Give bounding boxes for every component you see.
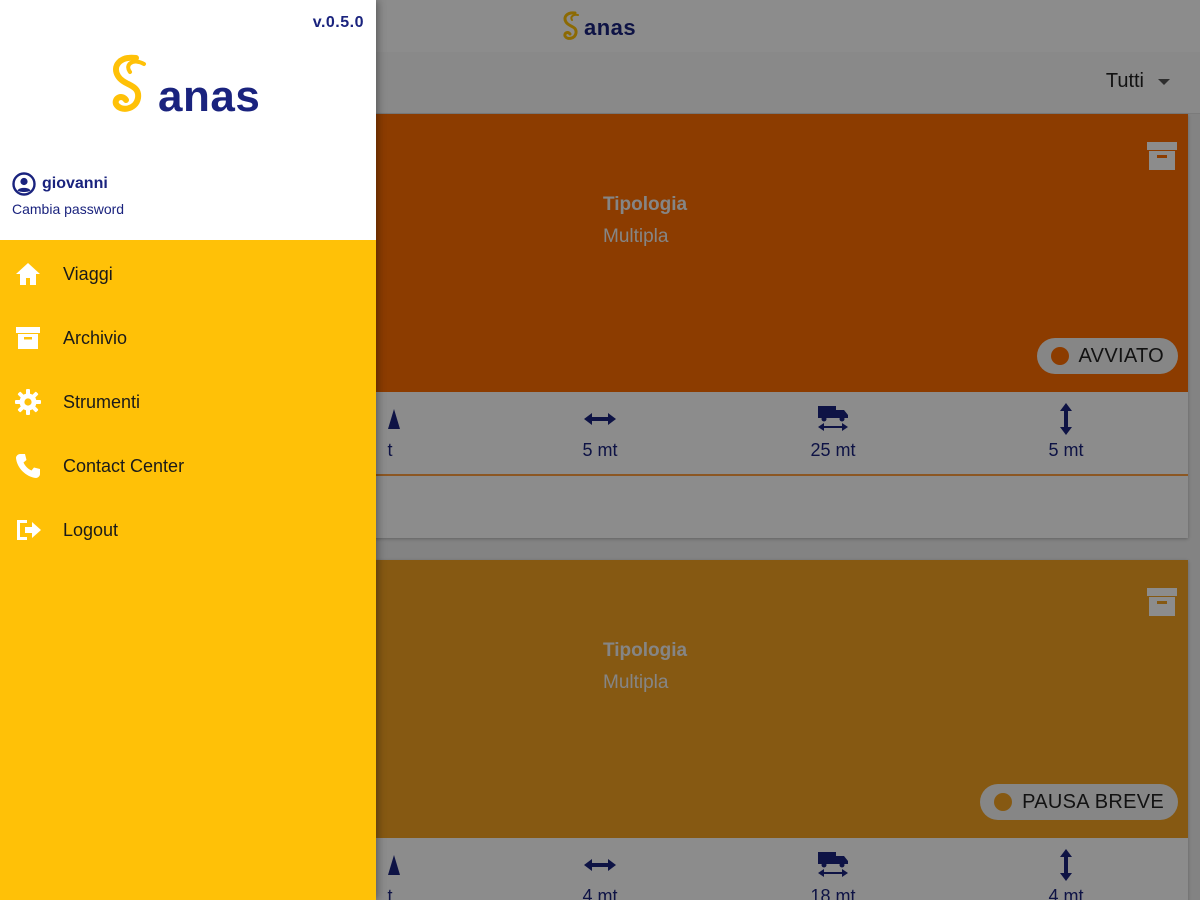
gear-icon	[14, 388, 42, 416]
anas-swirl-icon	[112, 54, 146, 112]
menu-item-viaggi[interactable]: Viaggi	[0, 242, 376, 306]
drawer-logo-text: anas	[158, 72, 261, 121]
logout-icon	[14, 516, 42, 544]
navigation-drawer: v.0.5.0 anas giovanni Cambia password Vi…	[0, 0, 376, 900]
change-password-link[interactable]: Cambia password	[12, 201, 124, 217]
screen: anas Tutti Tipologia Multipla AVVIATO t …	[0, 0, 1200, 900]
menu-item-label: Viaggi	[63, 263, 113, 284]
home-icon	[14, 260, 42, 288]
menu-item-label: Strumenti	[63, 391, 141, 412]
account-circle-icon	[12, 172, 36, 196]
drawer-header: v.0.5.0 anas giovanni Cambia password	[0, 0, 376, 240]
phone-icon	[14, 452, 42, 480]
menu-item-label: Contact Center	[63, 455, 185, 476]
app-version: v.0.5.0	[312, 14, 364, 31]
menu-item-archivio[interactable]: Archivio	[0, 306, 376, 370]
user-name: giovanni	[42, 175, 108, 192]
menu-item-label: Archivio	[63, 327, 128, 348]
menu-item-logout[interactable]: Logout	[0, 498, 376, 562]
archive-icon	[14, 324, 42, 352]
menu-item-contact-center[interactable]: Contact Center	[0, 434, 376, 498]
user-info: giovanni	[12, 172, 108, 196]
menu-item-label: Logout	[63, 519, 119, 540]
drawer-logo: anas	[104, 52, 260, 124]
drawer-menu: Viaggi Archivio Strumenti Contact Center…	[0, 242, 376, 562]
menu-item-strumenti[interactable]: Strumenti	[0, 370, 376, 434]
